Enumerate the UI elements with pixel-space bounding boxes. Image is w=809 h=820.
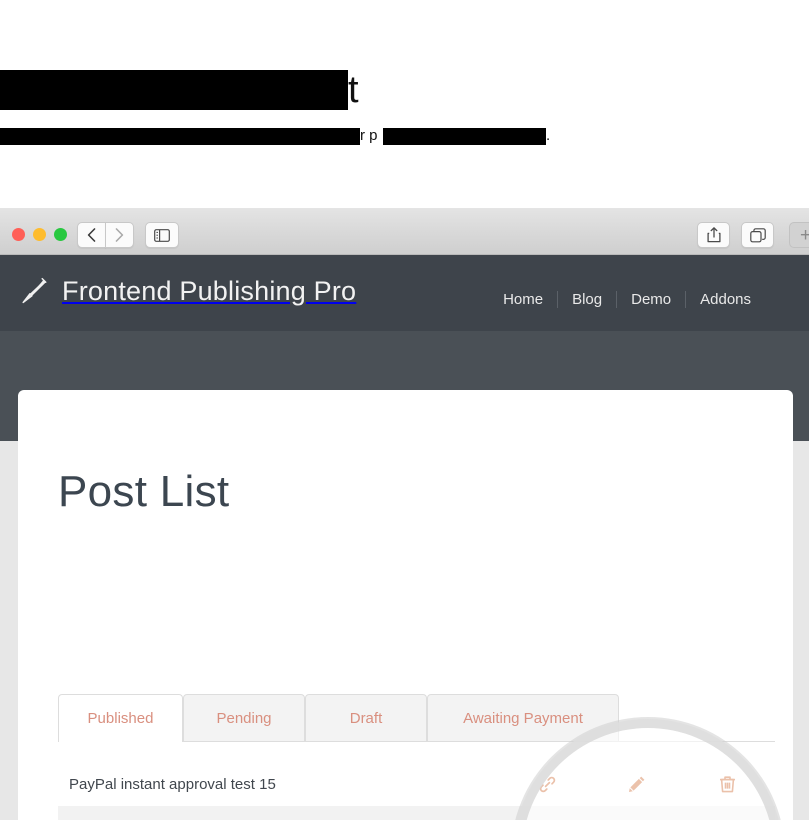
redaction-bar-subtitle-right — [383, 128, 546, 145]
sidebar-toggle-icon — [154, 228, 170, 242]
share-button[interactable] — [697, 222, 730, 248]
site-navbar: Frontend Publishing Pro Home Blog Demo A… — [0, 255, 809, 331]
browser-window: + Frontend Publishing Pro Home Blog Demo… — [0, 208, 809, 820]
chevron-left-icon — [87, 228, 96, 242]
nav-item-blog[interactable]: Blog — [558, 291, 616, 308]
minimize-window-button[interactable] — [33, 228, 46, 241]
table-row[interactable]: PayPal instant approval test 15 — [58, 762, 775, 806]
background-title-tail: t — [348, 69, 360, 111]
brand-title: Frontend Publishing Pro — [62, 276, 357, 306]
pen-nib-icon — [22, 277, 47, 304]
zoom-window-button[interactable] — [54, 228, 67, 241]
redaction-bar-subtitle-left — [0, 128, 360, 145]
tabs-overview-icon — [749, 227, 766, 242]
content-card: Post List Published Pending Draft Awaiti… — [18, 390, 793, 820]
delete-icon[interactable] — [716, 773, 738, 795]
redaction-bar-title — [0, 70, 348, 110]
tabs-overview-button[interactable] — [741, 222, 774, 248]
primary-nav: Home Blog Demo Addons — [489, 291, 765, 308]
tab-pending[interactable]: Pending — [183, 694, 305, 741]
forward-button[interactable] — [105, 222, 134, 248]
new-tab-button[interactable]: + — [789, 222, 809, 248]
nav-item-home[interactable]: Home — [489, 291, 557, 308]
back-button[interactable] — [77, 222, 106, 248]
nav-item-demo[interactable]: Demo — [617, 291, 685, 308]
background-subtitle-end: . — [546, 127, 551, 144]
close-window-button[interactable] — [12, 228, 25, 241]
row-actions — [518, 762, 775, 806]
new-tab-label: + — [799, 224, 809, 246]
edit-icon[interactable] — [626, 773, 648, 795]
background-document: t r p . — [0, 0, 809, 208]
tab-awaiting-payment[interactable]: Awaiting Payment — [427, 694, 619, 741]
share-icon — [706, 227, 721, 243]
background-subtitle-mid: r p — [360, 127, 378, 144]
window-controls — [12, 228, 67, 241]
row-actions — [518, 806, 775, 820]
browser-toolbar: + — [0, 208, 809, 255]
page-title: Post List — [58, 467, 230, 517]
post-list: PayPal instant approval test 15 PayPal i… — [58, 762, 775, 820]
post-title: PayPal instant approval test 15 — [69, 775, 276, 793]
table-row[interactable]: PayPal instant approval test 5 — [58, 806, 775, 820]
tab-draft[interactable]: Draft — [305, 694, 427, 741]
sidebar-toggle-button[interactable] — [145, 222, 179, 248]
nav-item-addons[interactable]: Addons — [686, 291, 765, 308]
chevron-right-icon — [115, 228, 124, 242]
brand-link[interactable]: Frontend Publishing Pro — [18, 276, 356, 307]
status-tabs: Published Pending Draft Awaiting Payment — [58, 694, 775, 742]
tab-published[interactable]: Published — [58, 694, 183, 742]
link-icon[interactable] — [536, 773, 558, 795]
